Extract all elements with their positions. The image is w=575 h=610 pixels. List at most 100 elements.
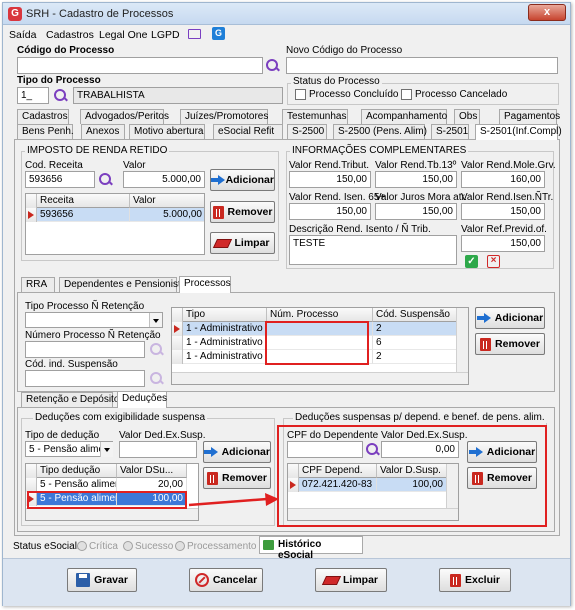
- tab-esocial-refit[interactable]: eSocial Refit: [213, 124, 283, 139]
- grid-header[interactable]: Cód. Suspensão: [373, 308, 458, 322]
- tab-juizes[interactable]: Juízes/Promotores: [180, 109, 268, 124]
- tab-motivo-abertura[interactable]: Motivo abertura: [129, 124, 205, 139]
- tab-advogados[interactable]: Advogados/Peritos: [80, 109, 169, 124]
- suspensas-grid[interactable]: CPF Depend. Valor D.Susp. 072.421.420-83…: [287, 463, 459, 521]
- concluido-checkbox[interactable]: [295, 89, 306, 100]
- table-cell[interactable]: 1 - Administrativo: [183, 350, 267, 364]
- susp-remover-button[interactable]: Remover: [467, 467, 537, 489]
- excluir-button[interactable]: Excluir: [439, 568, 511, 592]
- search-icon[interactable]: [53, 88, 69, 104]
- tipo-code-input[interactable]: 1_: [17, 87, 49, 104]
- grid-header[interactable]: Tipo dedução: [37, 464, 117, 478]
- numero-proc-input[interactable]: [25, 341, 145, 358]
- cpf-input[interactable]: [287, 441, 363, 458]
- f4-input[interactable]: 150,00: [289, 203, 371, 220]
- codigo-input[interactable]: [17, 57, 263, 74]
- table-cell[interactable]: 100,00: [377, 478, 447, 492]
- tab-obs[interactable]: Obs: [454, 109, 480, 124]
- vertical-scrollbar[interactable]: [446, 464, 458, 508]
- table-cell[interactable]: 2: [373, 322, 458, 336]
- menu-cadastros[interactable]: Cadastros: [46, 29, 94, 41]
- tab-testemunhas[interactable]: Testemunhas: [282, 109, 348, 124]
- horizontal-scrollbar[interactable]: [26, 508, 198, 520]
- cod-receita-input[interactable]: 593656: [25, 171, 95, 188]
- grid-header[interactable]: Núm. Processo: [267, 308, 373, 322]
- irrf-remover-button[interactable]: Remover: [210, 201, 275, 223]
- prev-input[interactable]: 150,00: [461, 235, 545, 252]
- f6-input[interactable]: 150,00: [461, 203, 545, 220]
- irrf-limpar-button[interactable]: Limpar: [210, 232, 275, 254]
- f3-input[interactable]: 160,00: [461, 171, 545, 188]
- table-cell[interactable]: 072.421.420-83: [299, 478, 377, 492]
- critica-radio[interactable]: [77, 541, 87, 551]
- tipo-proc-combo[interactable]: [25, 312, 163, 328]
- desc-textarea[interactable]: TESTE: [289, 235, 457, 265]
- chevron-down-icon[interactable]: [149, 313, 162, 327]
- tab-anexos[interactable]: Anexos: [81, 124, 125, 139]
- grid-header[interactable]: Tipo: [183, 308, 267, 322]
- f1-input[interactable]: 150,00: [289, 171, 371, 188]
- cancel-x-icon[interactable]: ×: [487, 255, 500, 268]
- vertical-scrollbar[interactable]: [456, 308, 468, 372]
- f5-input[interactable]: 150,00: [375, 203, 457, 220]
- grid-header[interactable]: Valor: [130, 194, 204, 208]
- search-icon[interactable]: [149, 342, 165, 358]
- tab-dependentes[interactable]: Dependentes e Pensionistas: [59, 277, 191, 292]
- grid-header[interactable]: Valor DSu...: [117, 464, 187, 478]
- tab-acompanhamento[interactable]: Acompanhamento: [361, 109, 447, 124]
- search-icon[interactable]: [265, 58, 281, 74]
- gravar-button[interactable]: Gravar: [67, 568, 137, 592]
- horizontal-scrollbar[interactable]: [288, 508, 458, 520]
- menu-legal-one[interactable]: Legal One: [99, 29, 147, 41]
- horizontal-scrollbar[interactable]: [172, 372, 468, 384]
- chevron-down-icon[interactable]: [100, 442, 113, 457]
- tab-rra[interactable]: RRA: [21, 277, 55, 292]
- table-cell[interactable]: 593656: [37, 208, 130, 222]
- sucesso-radio[interactable]: [123, 541, 133, 551]
- tab-cadastros[interactable]: Cadastros: [17, 109, 69, 124]
- table-cell[interactable]: 1 - Administrativo: [183, 336, 267, 350]
- table-cell[interactable]: 20,00: [117, 478, 187, 492]
- historico-esocial-tab[interactable]: Histórico eSocial: [259, 536, 363, 561]
- novo-codigo-input[interactable]: [286, 57, 558, 74]
- search-icon[interactable]: [149, 371, 165, 387]
- confirm-check-icon[interactable]: ✓: [465, 255, 478, 268]
- proc-adicionar-button[interactable]: Adicionar: [475, 307, 545, 329]
- grid-header[interactable]: Valor D.Susp.: [377, 464, 447, 478]
- table-cell[interactable]: 5.000,00: [130, 208, 204, 222]
- tab-retencao[interactable]: Retenção e Depósitos: [21, 392, 124, 407]
- table-cell[interactable]: 5 - Pensão alimen...: [37, 478, 117, 492]
- menu-lgpd[interactable]: LGPD: [151, 29, 180, 41]
- grid-header[interactable]: CPF Depend.: [299, 464, 377, 478]
- valor-ded-input[interactable]: [119, 441, 197, 458]
- ded-adicionar-button[interactable]: Adicionar: [203, 441, 271, 463]
- processamento-radio[interactable]: [175, 541, 185, 551]
- tab-s2500[interactable]: S-2500: [287, 124, 327, 139]
- irrf-grid[interactable]: Receita Valor 593656 5.000,00: [25, 193, 205, 255]
- cancelado-checkbox[interactable]: [401, 89, 412, 100]
- proc-remover-button[interactable]: Remover: [475, 333, 545, 355]
- valor-input[interactable]: 5.000,00: [123, 171, 205, 188]
- tab-s2501[interactable]: S-2501: [431, 124, 469, 139]
- grid-header[interactable]: Receita: [37, 194, 130, 208]
- cancelar-button[interactable]: Cancelar: [189, 568, 263, 592]
- table-cell[interactable]: 6: [373, 336, 458, 350]
- tab-deducoes[interactable]: Deduções: [117, 391, 167, 408]
- suspensas-valor-input[interactable]: 0,00: [381, 441, 459, 458]
- ded-remover-button[interactable]: Remover: [203, 467, 271, 489]
- table-cell[interactable]: 1 - Administrativo: [183, 322, 267, 336]
- tab-bens-penh[interactable]: Bens Penh.: [17, 124, 74, 139]
- menu-saida[interactable]: Saída: [9, 29, 36, 41]
- g-app-icon[interactable]: G: [212, 27, 225, 40]
- search-icon[interactable]: [365, 442, 381, 458]
- close-button[interactable]: x: [528, 4, 566, 21]
- tab-processos[interactable]: Processos: [179, 276, 231, 293]
- cod-ind-input[interactable]: [25, 370, 145, 387]
- search-icon[interactable]: [98, 172, 114, 188]
- tab-s2501-inf-compl[interactable]: S-2501(Inf.Compl): [475, 124, 562, 140]
- tab-pagamentos[interactable]: Pagamentos: [499, 109, 560, 124]
- tab-s2500-pens[interactable]: S-2500 (Pens. Alim): [333, 124, 427, 139]
- susp-adicionar-button[interactable]: Adicionar: [467, 441, 537, 463]
- irrf-adicionar-button[interactable]: Adicionar: [210, 169, 275, 191]
- f2-input[interactable]: 150,00: [375, 171, 457, 188]
